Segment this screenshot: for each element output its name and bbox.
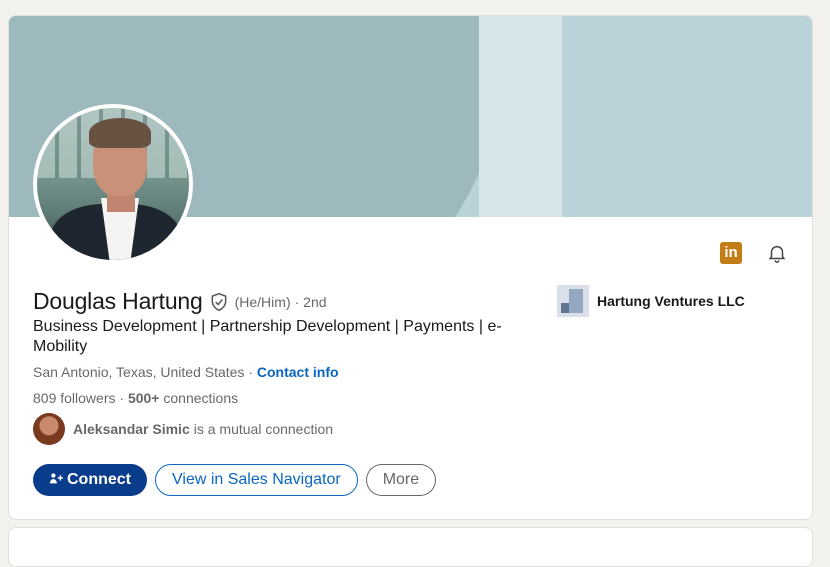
mutual-connection-text: is a mutual connection (193, 421, 334, 437)
connections-count[interactable]: 500+ (128, 390, 160, 406)
connection-degree: · 2nd (294, 293, 327, 310)
connect-button[interactable]: Connect (33, 464, 147, 496)
stats-separator: · (115, 390, 128, 406)
profile-card: in Douglas Hartung (He/Him) · 2nd Busine… (8, 15, 813, 520)
profile-photo[interactable] (33, 104, 193, 264)
connect-button-label: Connect (67, 471, 131, 488)
location-separator: · (244, 364, 257, 380)
stats-row: 809 followers · 500+ connections (33, 390, 238, 406)
location-row: San Antonio, Texas, United States · Cont… (33, 364, 339, 380)
company-name: Hartung Ventures LLC (597, 293, 745, 309)
add-person-icon (49, 472, 63, 489)
banner-stripe (479, 16, 562, 217)
profile-headline: Business Development | Partnership Devel… (33, 318, 502, 355)
bell-icon[interactable] (766, 242, 788, 264)
company-logo (557, 285, 589, 317)
mutual-connection-name[interactable]: Aleksandar Simic (73, 421, 190, 437)
mutual-connection-avatar (33, 413, 65, 445)
linkedin-premium-icon[interactable]: in (720, 242, 742, 264)
pronouns: (He/Him) (234, 293, 291, 310)
next-section-card (8, 527, 813, 567)
shield-check-icon[interactable] (209, 292, 229, 312)
current-company[interactable]: Hartung Ventures LLC (557, 285, 745, 317)
mutual-connection-row[interactable]: Aleksandar Simic is a mutual connection (33, 413, 333, 445)
contact-info-link[interactable]: Contact info (257, 364, 339, 380)
profile-name: Douglas Hartung (33, 288, 203, 314)
more-button[interactable]: More (365, 464, 437, 496)
followers-count[interactable]: 809 followers (33, 390, 116, 406)
profile-top-icons: in (720, 242, 788, 264)
name-row: Douglas Hartung (He/Him) · 2nd (33, 288, 327, 315)
location: San Antonio, Texas, United States (33, 364, 245, 380)
connections-label: connections (159, 390, 239, 406)
profile-actions: Connect View in Sales Navigator More (33, 464, 437, 496)
profile-photo-image (37, 108, 189, 260)
sales-navigator-button[interactable]: View in Sales Navigator (155, 464, 358, 496)
